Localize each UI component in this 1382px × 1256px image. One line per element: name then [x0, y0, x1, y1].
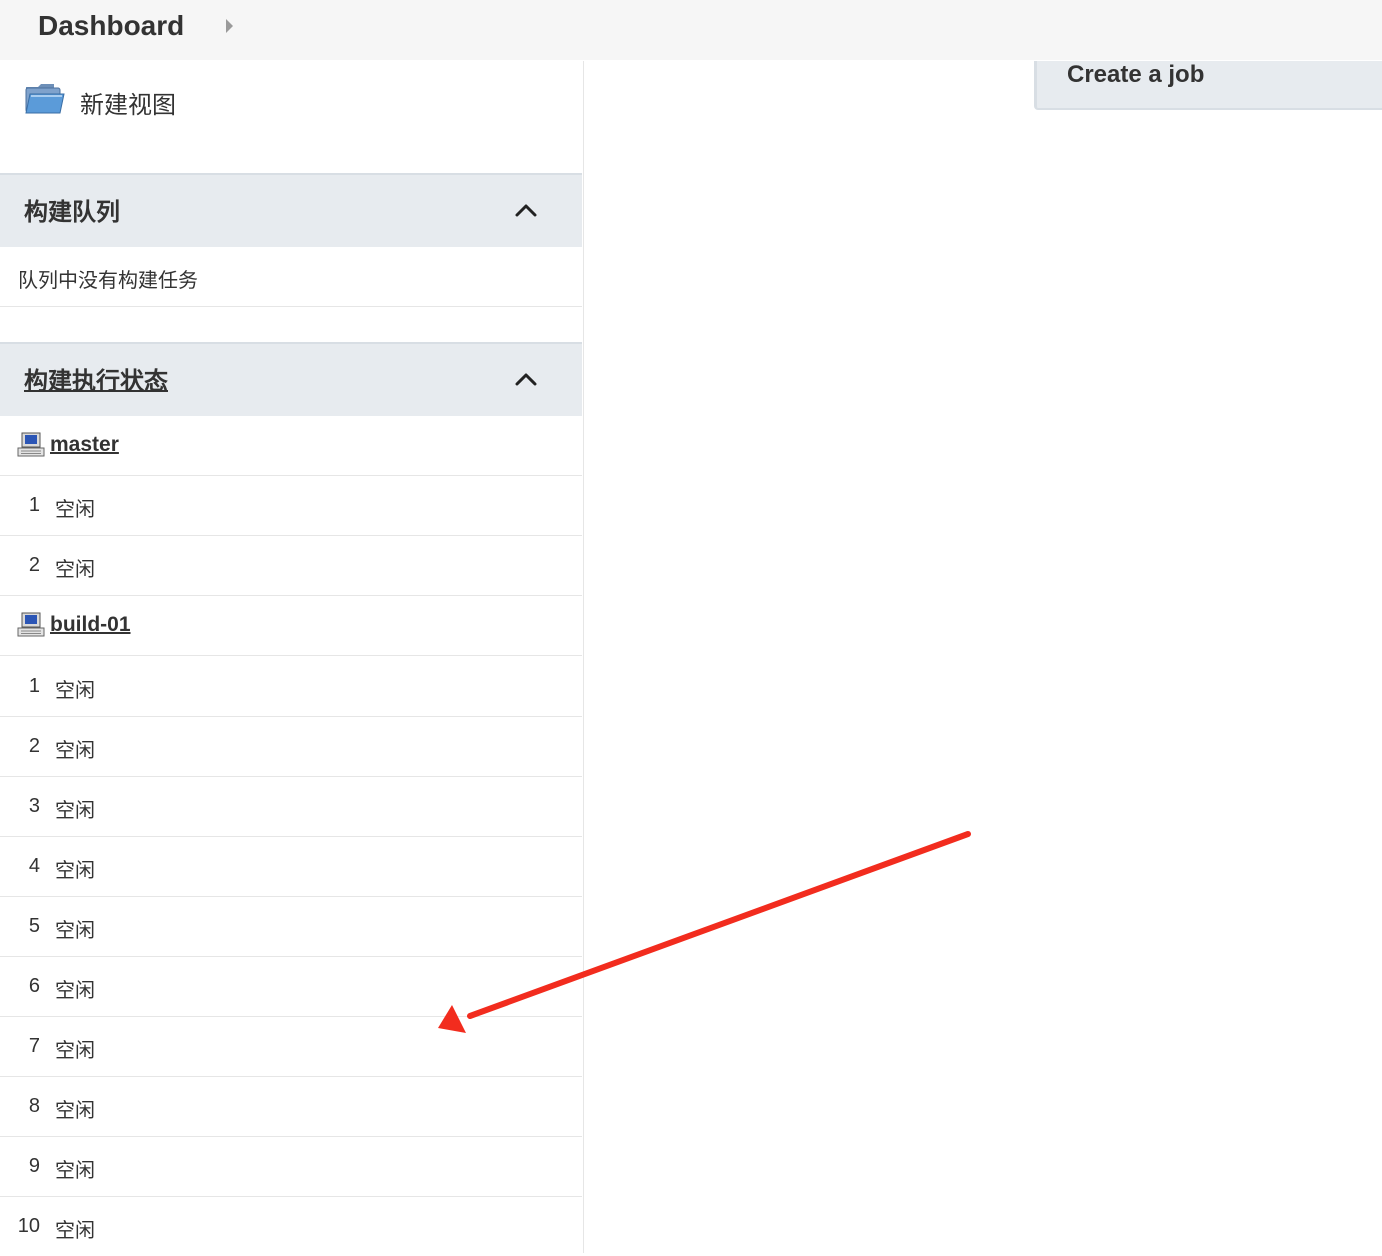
executor-row: 1 空闲	[0, 657, 582, 717]
executor-row: 2 空闲	[0, 717, 582, 777]
top-bar: Dashboard	[0, 0, 1382, 60]
executor-row: 3 空闲	[0, 777, 582, 837]
executor-status: 空闲	[55, 980, 95, 1002]
executor-row: 6 空闲	[0, 957, 582, 1017]
folder-icon	[25, 84, 65, 114]
build-queue-title: 构建队列	[24, 199, 120, 226]
executor-status: 空闲	[55, 920, 95, 942]
executor-number: 6	[28, 975, 40, 997]
executor-number: 10	[17, 1215, 40, 1237]
sidebar: 新建视图 构建队列 队列中没有构建任务 构建执行状态 master 1 空闲 2…	[0, 61, 584, 1253]
breadcrumb-caret-icon[interactable]	[226, 19, 233, 33]
create-job-button[interactable]: Create a job	[1034, 61, 1382, 110]
executor-status: 空闲	[55, 1040, 95, 1062]
executor-row: 1 空闲	[0, 476, 582, 536]
chevron-up-icon[interactable]	[512, 366, 540, 394]
executor-number: 8	[28, 1095, 40, 1117]
executor-status: 空闲	[55, 1100, 95, 1122]
executor-status: 空闲	[55, 559, 95, 581]
executor-row: 8 空闲	[0, 1077, 582, 1137]
executor-status: 空闲	[55, 499, 95, 521]
build-queue-header: 构建队列	[0, 173, 582, 247]
executor-status: 空闲	[55, 1220, 95, 1242]
node-row-master: master	[0, 416, 582, 476]
node-link-build-01[interactable]: build-01	[50, 613, 131, 637]
executor-number: 3	[28, 795, 40, 817]
create-job-label: Create a job	[1067, 61, 1205, 88]
executor-number: 2	[28, 735, 40, 757]
executor-status: 空闲	[55, 1160, 95, 1182]
computer-icon	[17, 432, 45, 457]
executor-number: 7	[28, 1035, 40, 1057]
executor-status: 空闲	[55, 860, 95, 882]
executor-row: 10 空闲	[0, 1197, 582, 1256]
executor-row: 9 空闲	[0, 1137, 582, 1197]
node-row-build-01: build-01	[0, 596, 582, 656]
executor-status: 空闲	[55, 740, 95, 762]
executor-number: 9	[28, 1155, 40, 1177]
build-queue-empty-text: 队列中没有构建任务	[18, 270, 198, 292]
breadcrumb-dashboard-link[interactable]: Dashboard	[38, 10, 184, 42]
new-view-link[interactable]: 新建视图	[0, 61, 583, 173]
executor-row: 7 空闲	[0, 1017, 582, 1077]
executor-status-header: 构建执行状态	[0, 342, 582, 416]
executor-number: 1	[28, 675, 40, 697]
computer-icon	[17, 612, 45, 637]
new-view-label: 新建视图	[80, 92, 176, 119]
executor-row: 2 空闲	[0, 536, 582, 596]
executor-status: 空闲	[55, 800, 95, 822]
executor-row: 5 空闲	[0, 897, 582, 957]
executor-number: 2	[28, 554, 40, 576]
executor-number: 4	[28, 855, 40, 877]
executor-number: 1	[28, 494, 40, 516]
executor-number: 5	[28, 915, 40, 937]
executor-status: 空闲	[55, 680, 95, 702]
executor-row: 4 空闲	[0, 837, 582, 897]
node-link-master[interactable]: master	[50, 433, 119, 457]
executor-status-title-link[interactable]: 构建执行状态	[24, 361, 168, 396]
build-queue-empty-message: 队列中没有构建任务	[0, 247, 582, 307]
chevron-up-icon[interactable]	[512, 197, 540, 225]
